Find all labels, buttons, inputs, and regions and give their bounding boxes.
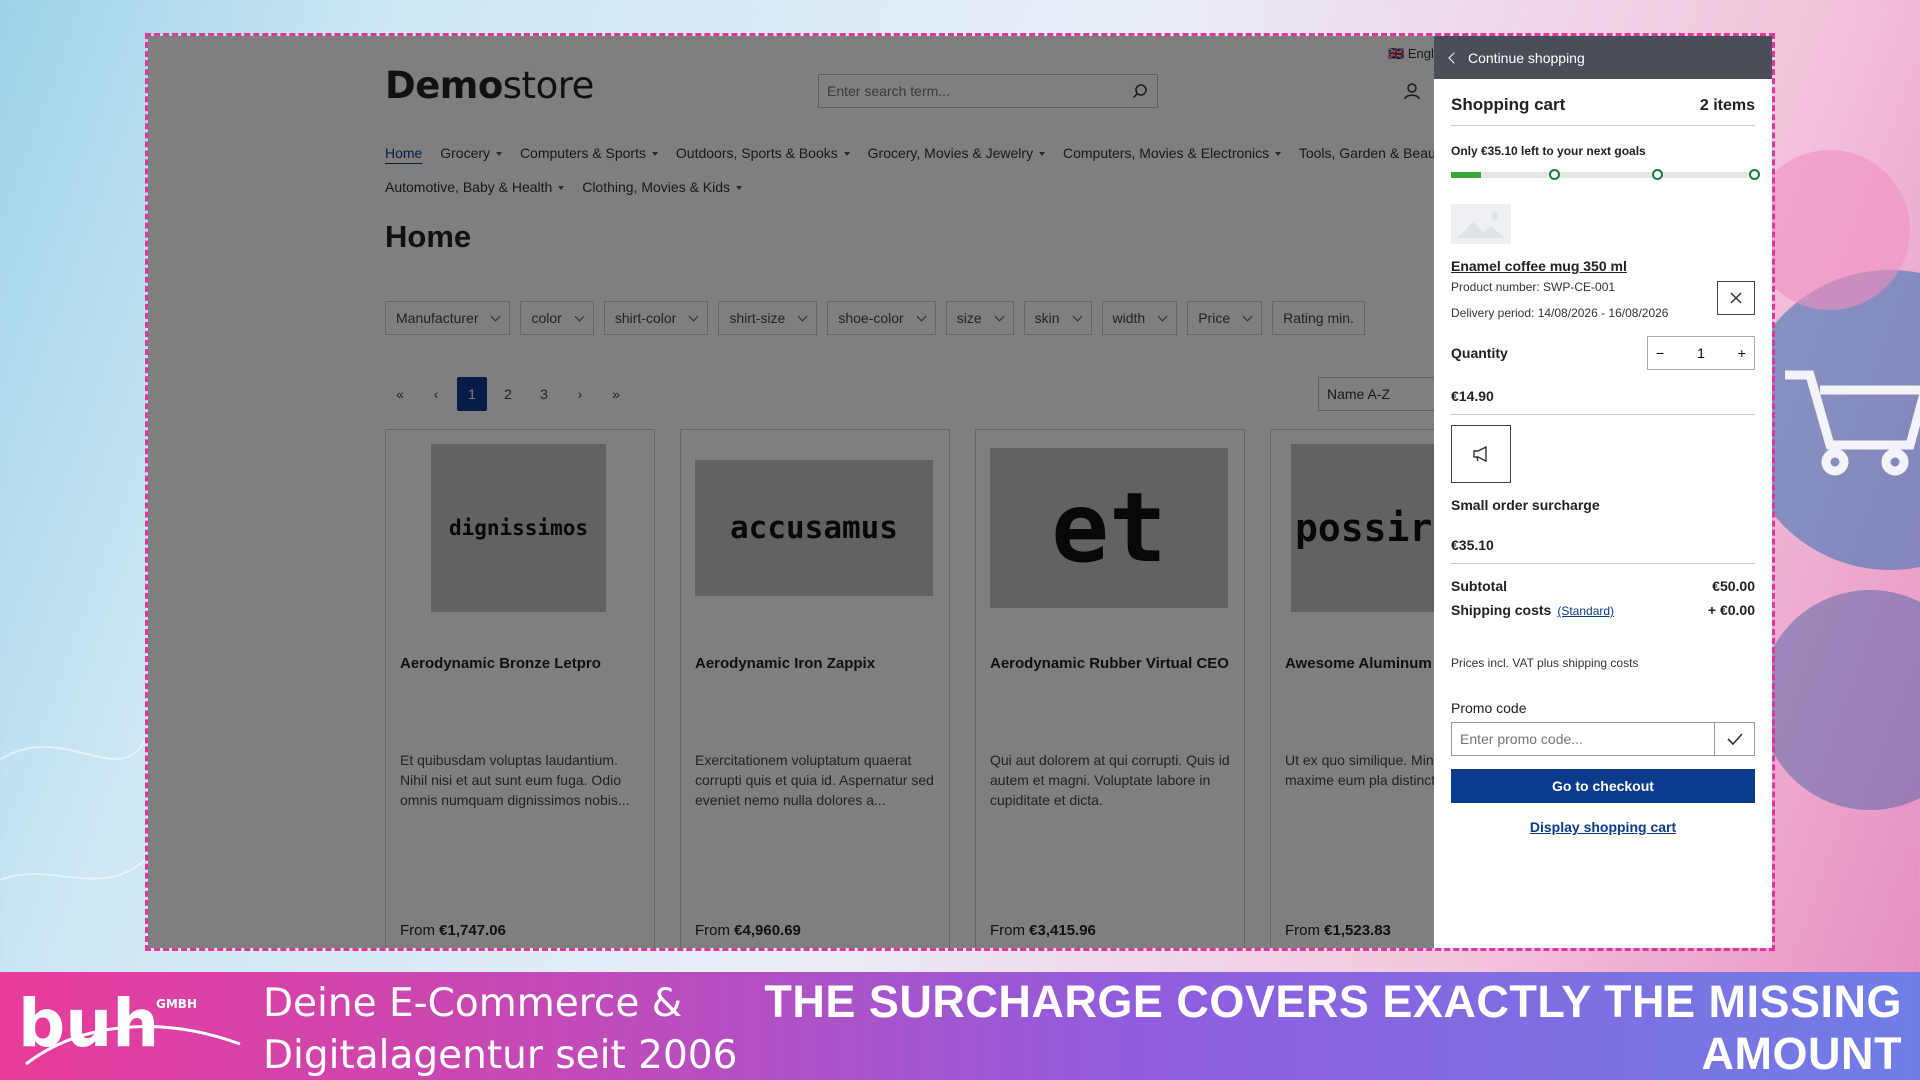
banner-headline: THE SURCHARGE COVERS EXACTLY THE MISSING…	[764, 976, 1902, 1079]
subtotal-value: €50.00	[1712, 578, 1755, 594]
checkout-button[interactable]: Go to checkout	[1451, 769, 1755, 803]
goal-milestone	[1749, 169, 1760, 180]
quantity-label: Quantity	[1451, 345, 1508, 361]
checkmark-icon	[1726, 733, 1743, 745]
surcharge-price: €35.10	[1451, 537, 1755, 564]
goal-progress-bar	[1451, 169, 1760, 180]
brand-logo: buh GMBH	[18, 985, 241, 1066]
product-thumbnail[interactable]	[1451, 204, 1511, 244]
shipping-row: Shipping costs (Standard) + €0.00	[1451, 602, 1755, 618]
goal-progress-fill	[1451, 172, 1482, 178]
quantity-value[interactable]: 1	[1697, 345, 1705, 361]
svg-text:GMBH: GMBH	[156, 997, 197, 1011]
cart-item-name[interactable]: Enamel coffee mug 350 ml	[1451, 258, 1755, 274]
screenshot-frame: 🇬🇧 Engl Demostore Home Grocery Computers…	[145, 33, 1775, 951]
subtotal-label: Subtotal	[1451, 578, 1507, 594]
agency-tagline: Deine E-Commerce & Digitalagentur seit 2…	[263, 978, 737, 1080]
goal-milestone	[1549, 169, 1560, 180]
cart-title: Shopping cart	[1451, 95, 1566, 114]
shipping-label: Shipping costs	[1451, 602, 1552, 618]
surcharge-name: Small order surcharge	[1451, 497, 1600, 513]
cart-header: Shopping cart 2 items	[1451, 79, 1755, 126]
cart-drawer: Continue shopping Shopping cart 2 items …	[1434, 36, 1772, 948]
quantity-stepper: − 1 +	[1647, 336, 1755, 370]
tagline-line-2: Digitalagentur seit 2006	[263, 1033, 738, 1078]
promo-code-input[interactable]	[1451, 722, 1715, 756]
bottom-banner: buh GMBH Deine E-Commerce & Digitalagent…	[0, 972, 1920, 1080]
surcharge-thumbnail	[1451, 425, 1511, 483]
cart-item-delivery: Delivery period: 14/08/2026 - 16/08/2026	[1451, 306, 1669, 320]
goal-milestone	[1652, 169, 1663, 180]
goal-text: Only €35.10 left to your next goals	[1451, 144, 1646, 158]
shopping-cart-icon	[1785, 370, 1920, 476]
tagline-line-1: Deine E-Commerce &	[263, 981, 683, 1026]
continue-shopping-label: Continue shopping	[1468, 49, 1585, 66]
megaphone-icon	[1473, 446, 1487, 462]
subtotal-row: Subtotal €50.00	[1451, 578, 1755, 594]
minus-icon[interactable]: −	[1656, 345, 1664, 361]
display-cart-link[interactable]: Display shopping cart	[1451, 819, 1755, 835]
plus-icon[interactable]: +	[1738, 345, 1746, 361]
promo-code-form	[1451, 722, 1755, 756]
continue-shopping-button[interactable]: Continue shopping	[1434, 36, 1772, 79]
shipping-method-link[interactable]: (Standard)	[1557, 604, 1614, 618]
remove-item-button[interactable]	[1717, 281, 1755, 315]
promo-code-label: Promo code	[1451, 700, 1527, 716]
svg-text:buh: buh	[18, 985, 159, 1062]
cart-item-price: €14.90	[1451, 388, 1755, 415]
chevron-left-icon	[1448, 51, 1460, 64]
cart-item-count: 2 items	[1699, 97, 1755, 114]
cart-item-number: Product number: SWP-CE-001	[1451, 280, 1616, 294]
vat-note: Prices incl. VAT plus shipping costs	[1451, 656, 1639, 670]
close-icon	[1730, 292, 1742, 304]
apply-promo-button[interactable]	[1715, 722, 1755, 756]
shipping-value: + €0.00	[1707, 602, 1755, 618]
